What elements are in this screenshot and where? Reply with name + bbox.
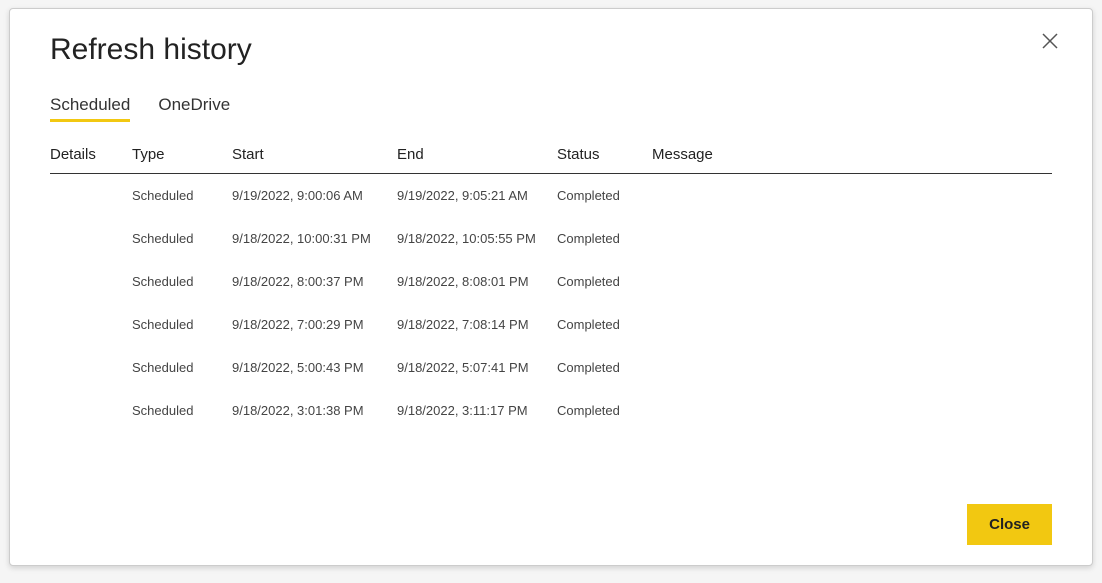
col-header-start: Start — [232, 146, 397, 163]
table-row: Scheduled 9/19/2022, 9:00:06 AM 9/19/202… — [50, 174, 1052, 217]
cell-status: Completed — [557, 403, 652, 418]
cell-start: 9/18/2022, 5:00:43 PM — [232, 360, 397, 375]
table-row: Scheduled 9/18/2022, 10:00:31 PM 9/18/20… — [50, 217, 1052, 260]
cell-status: Completed — [557, 274, 652, 289]
table-header: Details Type Start End Status Message — [50, 146, 1052, 174]
cell-status: Completed — [557, 188, 652, 203]
col-header-end: End — [397, 146, 557, 163]
cell-status: Completed — [557, 360, 652, 375]
dialog-footer: Close — [50, 484, 1052, 545]
cell-end: 9/18/2022, 5:07:41 PM — [397, 360, 557, 375]
cell-message — [652, 317, 1052, 332]
table-row: Scheduled 9/18/2022, 8:00:37 PM 9/18/202… — [50, 260, 1052, 303]
cell-end: 9/19/2022, 9:05:21 AM — [397, 188, 557, 203]
cell-message — [652, 360, 1052, 375]
cell-end: 9/18/2022, 3:11:17 PM — [397, 403, 557, 418]
col-header-message: Message — [652, 146, 1052, 163]
cell-type: Scheduled — [132, 274, 232, 289]
cell-type: Scheduled — [132, 188, 232, 203]
col-header-status: Status — [557, 146, 652, 163]
table-body: Scheduled 9/19/2022, 9:00:06 AM 9/19/202… — [50, 174, 1052, 444]
table-row: Scheduled 9/18/2022, 7:00:29 PM 9/18/202… — [50, 303, 1052, 346]
cell-end: 9/18/2022, 10:05:55 PM — [397, 231, 557, 246]
tab-onedrive[interactable]: OneDrive — [158, 95, 230, 122]
cell-details — [50, 231, 132, 246]
refresh-history-dialog: Refresh history Scheduled OneDrive Detai… — [9, 8, 1093, 566]
cell-message — [652, 188, 1052, 203]
cell-end: 9/18/2022, 8:08:01 PM — [397, 274, 557, 289]
cell-start: 9/19/2022, 9:00:06 AM — [232, 188, 397, 203]
col-header-type: Type — [132, 146, 232, 163]
cell-type: Scheduled — [132, 403, 232, 418]
dialog-title: Refresh history — [50, 33, 1052, 67]
close-icon[interactable] — [1036, 27, 1064, 55]
table-row: Scheduled 9/18/2022, 3:01:38 PM 9/18/202… — [50, 389, 1052, 432]
cell-start: 9/18/2022, 8:00:37 PM — [232, 274, 397, 289]
cell-start: 9/18/2022, 10:00:31 PM — [232, 231, 397, 246]
cell-message — [652, 231, 1052, 246]
cell-type: Scheduled — [132, 360, 232, 375]
cell-type: Scheduled — [132, 317, 232, 332]
close-button[interactable]: Close — [967, 504, 1052, 545]
cell-details — [50, 317, 132, 332]
cell-status: Completed — [557, 317, 652, 332]
tabs: Scheduled OneDrive — [50, 95, 1052, 122]
history-table-wrapper: Details Type Start End Status Message Sc… — [50, 146, 1052, 484]
cell-status: Completed — [557, 231, 652, 246]
table-row: Scheduled 9/18/2022, 5:00:43 PM 9/18/202… — [50, 346, 1052, 389]
cell-details — [50, 360, 132, 375]
cell-start: 9/18/2022, 3:01:38 PM — [232, 403, 397, 418]
cell-details — [50, 274, 132, 289]
cell-end: 9/18/2022, 7:08:14 PM — [397, 317, 557, 332]
col-header-details: Details — [50, 146, 132, 163]
cell-type: Scheduled — [132, 231, 232, 246]
cell-details — [50, 188, 132, 203]
cell-start: 9/18/2022, 7:00:29 PM — [232, 317, 397, 332]
history-table: Details Type Start End Status Message Sc… — [50, 146, 1052, 444]
cell-details — [50, 403, 132, 418]
tab-scheduled[interactable]: Scheduled — [50, 95, 130, 122]
table-row: Scheduled 9/18/2022, 1:00:53 PM 9/18/202… — [50, 432, 1052, 444]
cell-message — [652, 274, 1052, 289]
cell-message — [652, 403, 1052, 418]
